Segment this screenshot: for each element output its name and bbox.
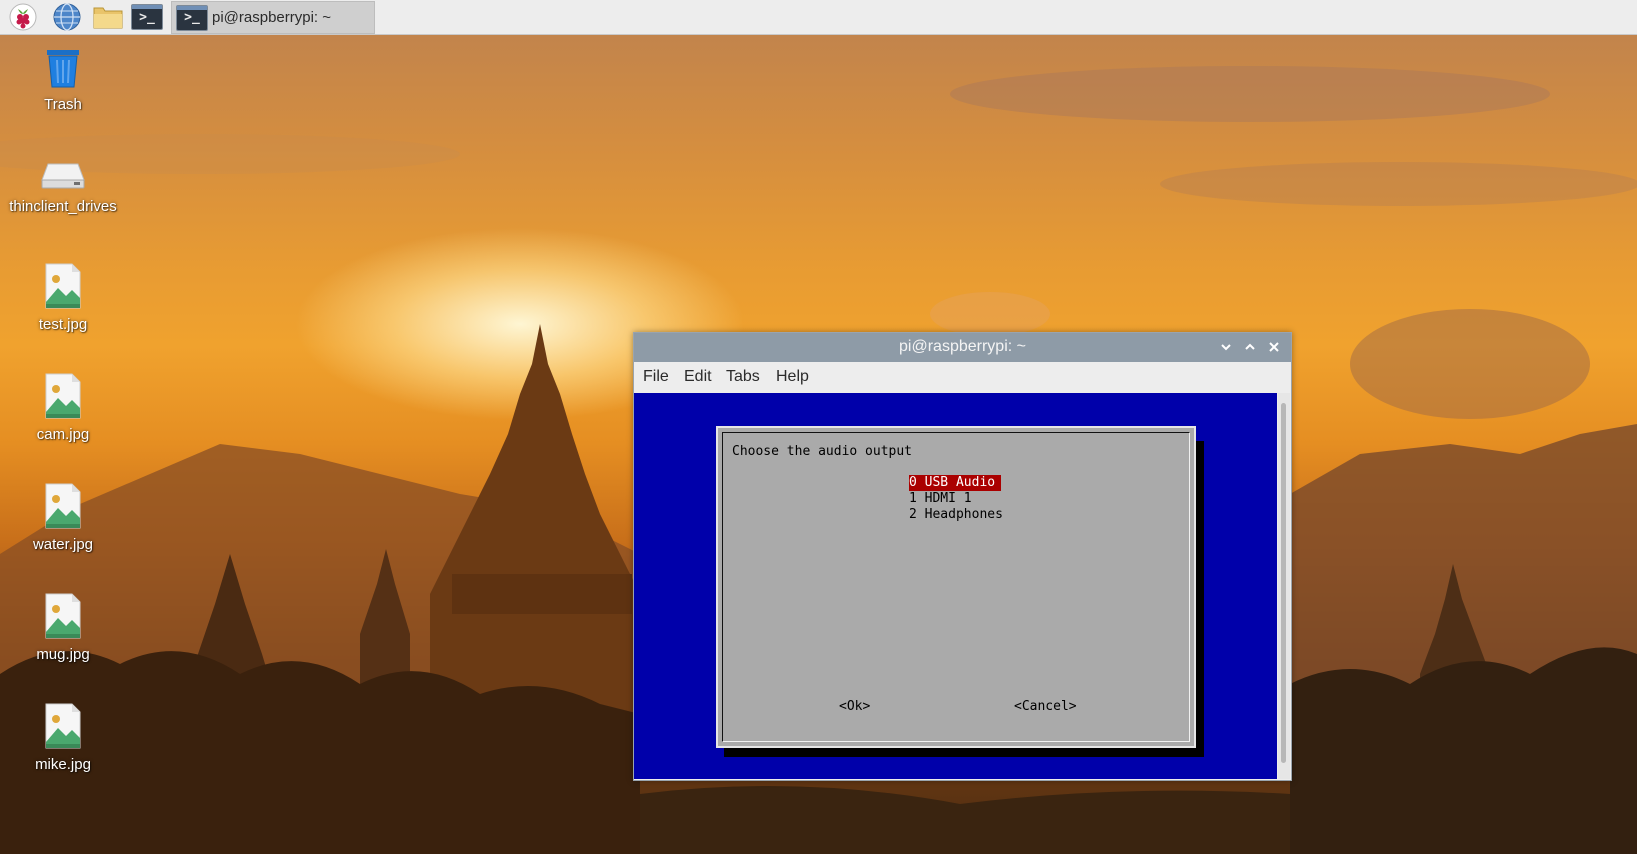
desktop-icon-test-jpg[interactable]: test.jpg (8, 262, 118, 336)
terminal-launcher-button[interactable]: >_ (129, 1, 165, 33)
raspberry-menu-icon (9, 3, 37, 31)
taskbar-task-label: pi@raspberrypi: ~ (212, 9, 332, 26)
minimize-icon (1221, 344, 1231, 351)
desktop-icon-mike-jpg[interactable]: mike.jpg (8, 702, 118, 776)
terminal-scrollbar[interactable] (1278, 393, 1290, 779)
option-usb-audio[interactable]: 0 USB Audio (909, 475, 1002, 491)
desktop-icon-mug-jpg[interactable]: mug.jpg (8, 592, 118, 666)
window-titlebar[interactable]: pi@raspberrypi: ~ (634, 333, 1291, 362)
close-icon (1269, 342, 1279, 352)
desktop-icon-label: water.jpg (32, 536, 94, 553)
audio-output-dialog: Choose the audio output 0 USB Audio 1 HD… (716, 426, 1196, 748)
maximize-button[interactable] (1241, 338, 1259, 356)
menu-edit[interactable]: Edit (684, 368, 712, 386)
minimize-button[interactable] (1217, 338, 1235, 356)
drive-icon (41, 163, 85, 189)
menubar: File Edit Tabs Help (634, 362, 1291, 392)
menu-file[interactable]: File (643, 368, 669, 386)
maximize-icon (1245, 343, 1255, 350)
trash-icon (47, 50, 79, 88)
file-manager-icon (93, 7, 123, 29)
taskbar-task-terminal[interactable]: >_ pi@raspberrypi: ~ (171, 1, 375, 34)
image-file-icon (45, 373, 81, 419)
desktop-icon-label: test.jpg (38, 316, 88, 333)
terminal-area[interactable]: Choose the audio output 0 USB Audio 1 HD… (634, 393, 1277, 779)
desktop-icon-label: cam.jpg (36, 426, 90, 443)
close-button[interactable] (1265, 338, 1283, 356)
raspberry-menu-button[interactable] (6, 1, 40, 33)
scrollbar-thumb[interactable] (1281, 403, 1286, 763)
option-hdmi-1[interactable]: 1 HDMI 1 (909, 491, 972, 507)
menu-tabs[interactable]: Tabs (726, 368, 760, 386)
image-file-icon (45, 263, 81, 309)
desktop-icon-label: Trash (44, 96, 82, 113)
terminal-task-icon: >_ (176, 4, 208, 31)
desktop-icon-trash[interactable]: Trash (8, 46, 118, 116)
desktop-icon-cam-jpg[interactable]: cam.jpg (8, 372, 118, 446)
image-file-icon (45, 703, 81, 749)
image-file-icon (45, 483, 81, 529)
taskbar: >_ >_ pi@raspberrypi: ~ (0, 0, 1637, 35)
cancel-button[interactable]: <Cancel> (1014, 699, 1077, 714)
terminal-launcher-icon: >_ (131, 4, 163, 30)
desktop-icon-label: mug.jpg (36, 646, 90, 663)
web-browser-icon (53, 3, 81, 31)
web-browser-button[interactable] (50, 1, 84, 33)
menu-help[interactable]: Help (776, 368, 809, 386)
dialog-prompt: Choose the audio output (732, 444, 913, 459)
option-headphones[interactable]: 2 Headphones (909, 507, 1003, 523)
desktop-icon-label: thinclient_drives (9, 198, 117, 215)
image-file-icon (45, 593, 81, 639)
desktop-icon-label: mike.jpg (35, 756, 91, 773)
window-title: pi@raspberrypi: ~ (899, 338, 1026, 355)
desktop-icon-thinclient-drives[interactable]: thinclient_drives (8, 158, 118, 218)
desktop-icon-water-jpg[interactable]: water.jpg (8, 482, 118, 556)
file-manager-button[interactable] (90, 1, 126, 33)
terminal-window: pi@raspberrypi: ~ File Edit Tabs Help Ch… (633, 332, 1292, 781)
ok-button[interactable]: <Ok> (839, 699, 870, 714)
